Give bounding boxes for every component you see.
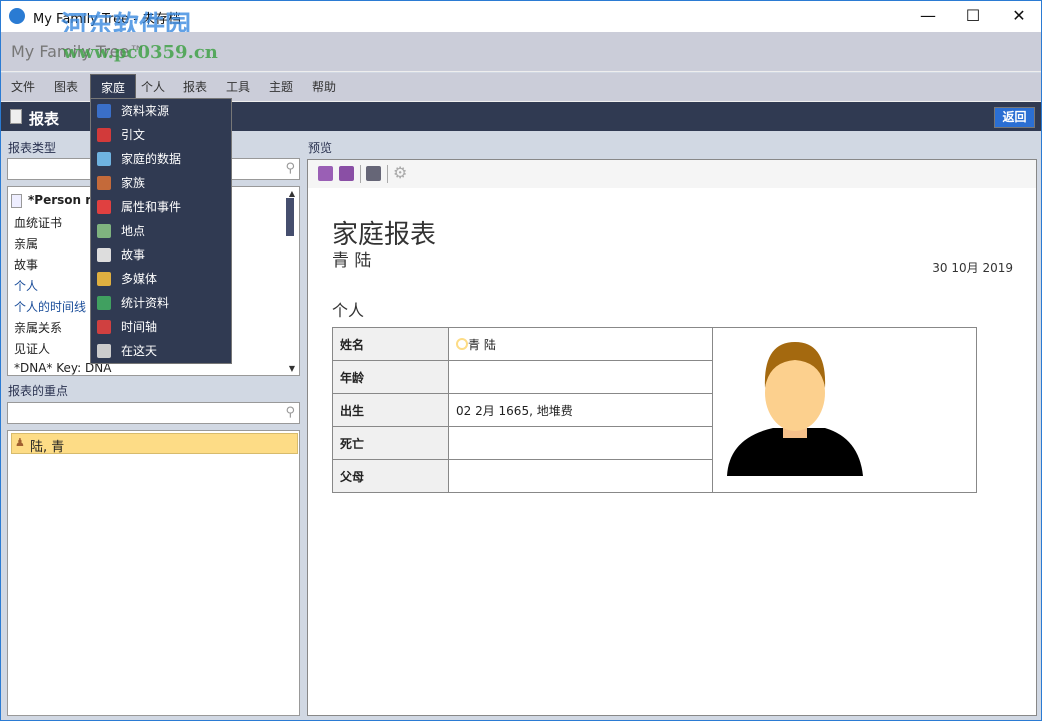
table-row: 姓名 青 陆 xyxy=(332,327,977,493)
documents-icon xyxy=(97,248,111,262)
menu-tools[interactable]: 工具 xyxy=(216,74,260,100)
report-focus-search-input[interactable]: ⚲ xyxy=(7,402,300,424)
dropdown-item-label: 多媒体 xyxy=(121,272,158,286)
row-key: 父母 xyxy=(332,459,449,493)
dropdown-item[interactable]: 引文 xyxy=(91,123,231,147)
menu-report[interactable]: 报表 xyxy=(173,74,217,100)
focus-item-label: 陆, 青 xyxy=(30,440,65,455)
report-type-item[interactable]: 血统证书 xyxy=(14,214,62,231)
preview-label: 预览 xyxy=(308,141,333,155)
people-icon: ♟ xyxy=(15,436,25,449)
dropdown-item[interactable]: 资料来源 xyxy=(91,99,231,123)
dropdown-item-label: 时间轴 xyxy=(121,320,158,334)
row-key: 出生 xyxy=(332,393,449,427)
citation-icon xyxy=(97,128,111,142)
menu-family[interactable]: 家庭 xyxy=(90,74,137,100)
family-icon xyxy=(97,176,111,190)
row-key: 姓名 xyxy=(332,327,449,361)
report-date: 30 10月 2019 xyxy=(932,261,1013,275)
dropdown-item-label: 统计资料 xyxy=(121,296,170,310)
maximize-icon[interactable]: ☐ xyxy=(950,5,996,27)
scroll-up-icon[interactable]: ▲ xyxy=(289,189,295,198)
family-dropdown-menu: 资料来源引文家庭的数据家族属性和事件地点故事多媒体统计资料时间轴在这天 xyxy=(90,98,232,364)
person-table: 姓名 青 陆年龄 出生 02 2月 1665, 地堆费 死亡 父母 xyxy=(332,327,977,493)
report-icon xyxy=(10,109,22,124)
gender-unknown-icon xyxy=(456,337,468,350)
menu-help[interactable]: 帮助 xyxy=(302,74,346,100)
timeline-icon xyxy=(97,320,111,334)
chart-icon xyxy=(97,296,111,310)
dropdown-item[interactable]: 地点 xyxy=(91,219,231,243)
dropdown-item[interactable]: 多媒体 xyxy=(91,267,231,291)
report-type-item[interactable]: 个人 xyxy=(14,277,38,294)
report-focus-label: 报表的重点 xyxy=(8,384,69,398)
dropdown-item-label: 故事 xyxy=(121,248,146,262)
dropdown-item[interactable]: 故事 xyxy=(91,243,231,267)
save-icon[interactable] xyxy=(318,166,333,181)
dropdown-item[interactable]: 统计资料 xyxy=(91,291,231,315)
dropdown-item-label: 家族 xyxy=(121,176,146,190)
dropdown-item-label: 在这天 xyxy=(121,344,158,358)
avatar-icon xyxy=(727,342,863,476)
section-title: 个人 xyxy=(332,301,365,320)
save-as-icon[interactable] xyxy=(339,166,354,181)
report-subject: 青 陆 xyxy=(332,251,372,271)
report-focus-list: ♟ 陆, 青 xyxy=(7,430,300,716)
focus-item[interactable]: ♟ 陆, 青 xyxy=(11,433,298,455)
toolbar-divider xyxy=(360,165,361,183)
dropdown-item-label: 资料来源 xyxy=(121,104,170,118)
scrollbar-thumb[interactable] xyxy=(286,198,294,236)
dropdown-item-label: 属性和事件 xyxy=(121,200,182,214)
search-icon[interactable]: ⚲ xyxy=(285,161,295,176)
table-icon xyxy=(97,152,111,166)
report-file-icon xyxy=(11,194,22,208)
settings-icon[interactable]: ⚙ xyxy=(393,163,407,182)
row-key: 年龄 xyxy=(332,360,449,394)
dropdown-item-label: 引文 xyxy=(121,128,146,142)
report-type-item[interactable]: 个人的时间线 xyxy=(14,298,86,315)
dropdown-item-label: 地点 xyxy=(121,224,146,238)
person-photo xyxy=(712,327,977,493)
app-header: My Family Tree™ www.pc0359.cn xyxy=(1,32,1041,72)
report-type-item[interactable]: 故事 xyxy=(14,256,38,273)
dropdown-item[interactable]: 在这天 xyxy=(91,339,231,363)
scroll-down-icon[interactable]: ▼ xyxy=(289,364,295,373)
report-type-item[interactable]: 亲属 xyxy=(14,235,38,252)
back-button[interactable]: 返回 xyxy=(994,107,1035,128)
close-icon[interactable]: ✕ xyxy=(996,5,1042,27)
toolbar-divider xyxy=(387,165,388,183)
row-key: 死亡 xyxy=(332,426,449,460)
app-logo-icon xyxy=(9,8,25,24)
map-icon xyxy=(97,224,111,238)
menu-file[interactable]: 文件 xyxy=(1,74,45,100)
menu-bar: 文件 图表 家庭 个人 报表 工具 主题 帮助 xyxy=(1,73,1041,101)
minimize-icon[interactable]: — xyxy=(905,5,951,27)
search-icon[interactable]: ⚲ xyxy=(285,405,295,420)
watermark-url: www.pc0359.cn xyxy=(63,42,218,63)
media-icon xyxy=(97,272,111,286)
page-title: 报表 xyxy=(29,110,60,128)
report-type-item[interactable]: 亲属关系 xyxy=(14,319,62,336)
menu-person[interactable]: 个人 xyxy=(131,74,175,100)
menu-theme[interactable]: 主题 xyxy=(259,74,303,100)
print-icon[interactable] xyxy=(366,166,381,181)
dropdown-item[interactable]: 属性和事件 xyxy=(91,195,231,219)
preview-panel: ⚙ 家庭报表 青 陆 30 10月 2019 个人 姓名青 陆年龄 出生 02 2月… xyxy=(307,159,1037,716)
row-value: 02 2月 1665, 地堆费 xyxy=(456,403,573,418)
report-types-label: 报表类型 xyxy=(8,141,57,155)
preview-toolbar: ⚙ xyxy=(308,160,1036,188)
dropdown-item[interactable]: 家族 xyxy=(91,171,231,195)
calendar-day-icon xyxy=(97,344,111,358)
report-type-item[interactable]: 见证人 xyxy=(14,340,50,357)
calendar-icon xyxy=(97,200,111,214)
dropdown-item-label: 家庭的数据 xyxy=(121,152,182,166)
title-bar: My Family Tree - 未存档 河东软件园 — ☐ ✕ xyxy=(1,1,1042,41)
dropdown-item[interactable]: 家庭的数据 xyxy=(91,147,231,171)
row-value: 青 陆 xyxy=(468,337,496,352)
sources-icon xyxy=(97,104,111,118)
menu-chart[interactable]: 图表 xyxy=(44,74,88,100)
dropdown-item[interactable]: 时间轴 xyxy=(91,315,231,339)
